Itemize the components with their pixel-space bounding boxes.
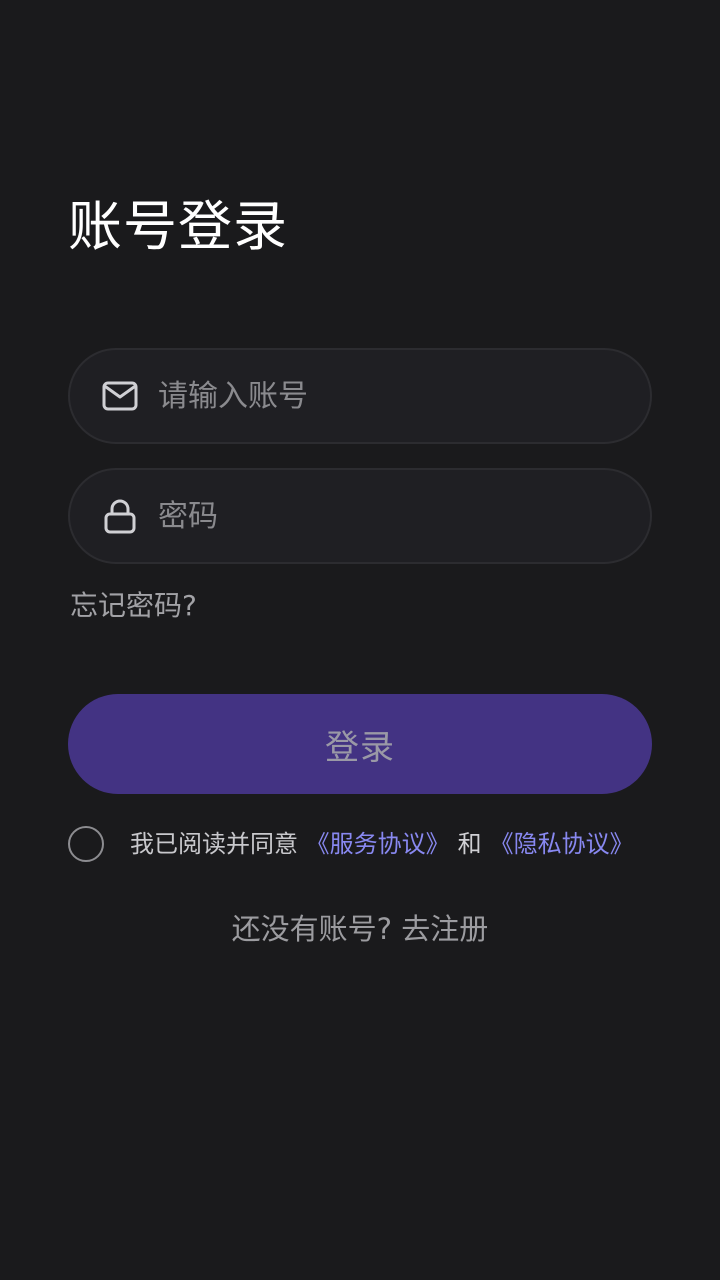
password-field[interactable] <box>68 468 652 564</box>
login-button[interactable]: 登录 <box>68 694 652 794</box>
agreement-prefix: 我已阅读并同意 <box>130 830 298 858</box>
account-field[interactable] <box>68 348 652 444</box>
service-agreement-link[interactable]: 《服务协议》 <box>306 830 450 858</box>
register-prompt: 还没有账号? <box>231 912 393 946</box>
agreement-text: 我已阅读并同意 《服务协议》和《隐私协议》 <box>130 824 634 864</box>
lock-icon <box>100 496 140 536</box>
forgot-password-link[interactable]: 忘记密码? <box>70 586 197 626</box>
page-title: 账号登录 <box>68 195 288 258</box>
account-input[interactable] <box>158 350 620 442</box>
register-row: 还没有账号? 去注册 <box>0 908 720 950</box>
mail-icon <box>100 376 140 416</box>
privacy-agreement-link[interactable]: 《隐私协议》 <box>490 830 634 858</box>
register-link[interactable]: 去注册 <box>401 912 488 946</box>
agreement-and: 和 <box>457 830 482 858</box>
agreement-row: 我已阅读并同意 《服务协议》和《隐私协议》 <box>68 824 668 864</box>
password-input[interactable] <box>158 470 620 562</box>
agree-checkbox[interactable] <box>68 826 104 862</box>
